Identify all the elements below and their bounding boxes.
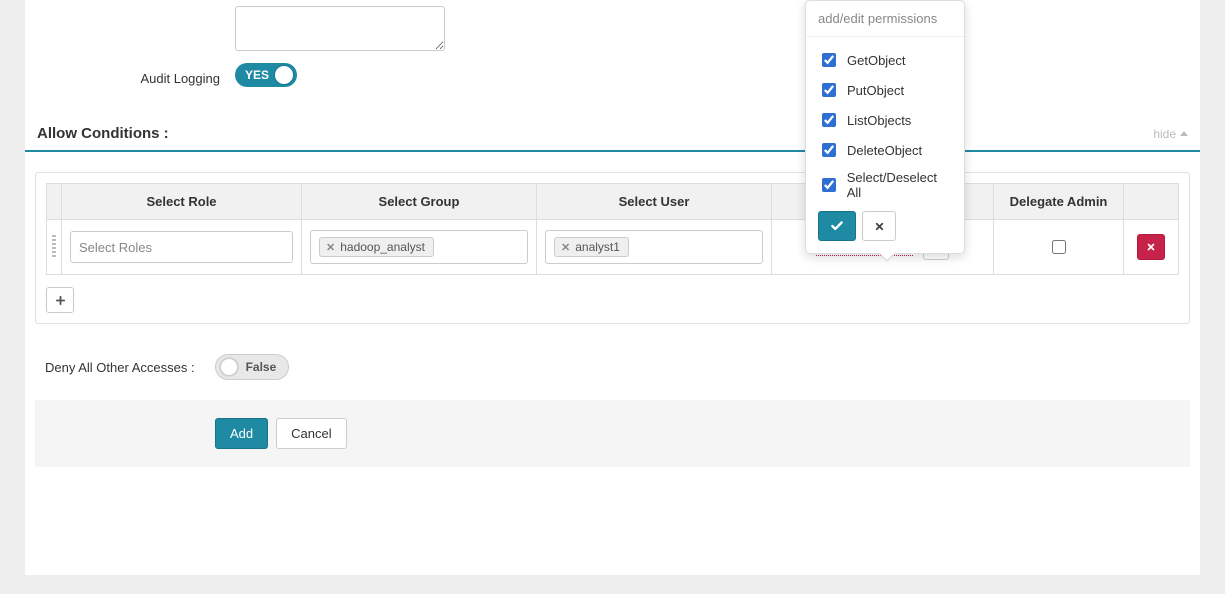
deny-all-toggle[interactable]: False	[215, 354, 290, 380]
group-tag: ✕ hadoop_analyst	[319, 237, 434, 257]
perm-label: PutObject	[847, 83, 904, 98]
caret-up-icon	[1180, 131, 1188, 136]
permissions-popover[interactable]: add/edit permissions GetObject PutObject…	[805, 0, 965, 254]
cancel-permissions-button[interactable]	[862, 211, 896, 241]
remove-user-tag[interactable]: ✕	[561, 241, 570, 254]
grip-icon	[51, 233, 57, 259]
perm-label: Select/Deselect All	[847, 170, 952, 200]
check-icon	[830, 219, 844, 233]
perm-option[interactable]: GetObject	[818, 45, 952, 75]
add-row-button[interactable]	[46, 287, 74, 313]
perm-label: GetObject	[847, 53, 906, 68]
perm-option[interactable]: PutObject	[818, 75, 952, 105]
cancel-button[interactable]: Cancel	[276, 418, 346, 449]
delegate-admin-checkbox[interactable]	[1052, 240, 1066, 254]
toggle-knob	[220, 358, 238, 376]
perm-checkbox-putobject[interactable]	[822, 83, 836, 97]
col-header-delegate: Delegate Admin	[994, 184, 1124, 220]
select-role-placeholder: Select Roles	[79, 240, 152, 255]
audit-logging-toggle[interactable]: YES	[235, 63, 297, 87]
remove-group-tag[interactable]: ✕	[326, 241, 335, 254]
add-button[interactable]: Add	[215, 418, 268, 449]
allow-conditions-title: Allow Conditions :	[37, 125, 169, 142]
col-header-user: Select User	[537, 184, 772, 220]
popover-arrow	[878, 253, 896, 262]
select-group-input[interactable]: ✕ hadoop_analyst	[310, 230, 528, 264]
select-role-input[interactable]: Select Roles	[70, 231, 293, 263]
perm-checkbox-listobjects[interactable]	[822, 113, 836, 127]
confirm-permissions-button[interactable]	[818, 211, 856, 241]
toggle-text: YES	[245, 68, 269, 82]
plus-icon	[55, 295, 66, 306]
drag-handle[interactable]	[47, 220, 62, 275]
deny-all-label: Deny All Other Accesses :	[45, 360, 195, 375]
perm-option[interactable]: Select/Deselect All	[818, 165, 952, 205]
toggle-knob	[275, 66, 293, 84]
popover-title: add/edit permissions	[806, 1, 964, 37]
perm-option[interactable]: ListObjects	[818, 105, 952, 135]
hide-section-toggle[interactable]: hide	[1153, 127, 1188, 141]
col-header-group: Select Group	[302, 184, 537, 220]
close-icon	[874, 221, 885, 232]
perm-checkbox-getobject[interactable]	[822, 53, 836, 67]
table-row: Select Roles ✕ hadoop_analyst	[47, 220, 1179, 275]
conditions-table: Select Role Select Group Select User Del…	[46, 183, 1179, 275]
audit-logging-label: Audit Logging	[25, 65, 235, 86]
perm-option[interactable]: DeleteObject	[818, 135, 952, 165]
perm-checkbox-selectall[interactable]	[822, 178, 836, 192]
perm-label: ListObjects	[847, 113, 911, 128]
hide-text: hide	[1153, 127, 1176, 141]
perm-label: DeleteObject	[847, 143, 922, 158]
description-textarea[interactable]	[235, 6, 445, 51]
remove-row-button[interactable]	[1137, 234, 1165, 260]
close-icon	[1146, 242, 1156, 252]
perm-checkbox-deleteobject[interactable]	[822, 143, 836, 157]
footer-actions: Add Cancel	[35, 400, 1190, 467]
allow-conditions-panel: Select Role Select Group Select User Del…	[35, 172, 1190, 324]
textarea-label-blank	[25, 6, 235, 12]
select-user-input[interactable]: ✕ analyst1	[545, 230, 763, 264]
group-tag-label: hadoop_analyst	[340, 240, 425, 254]
col-header-role: Select Role	[62, 184, 302, 220]
user-tag: ✕ analyst1	[554, 237, 629, 257]
user-tag-label: analyst1	[575, 240, 620, 254]
toggle-text: False	[246, 360, 277, 374]
